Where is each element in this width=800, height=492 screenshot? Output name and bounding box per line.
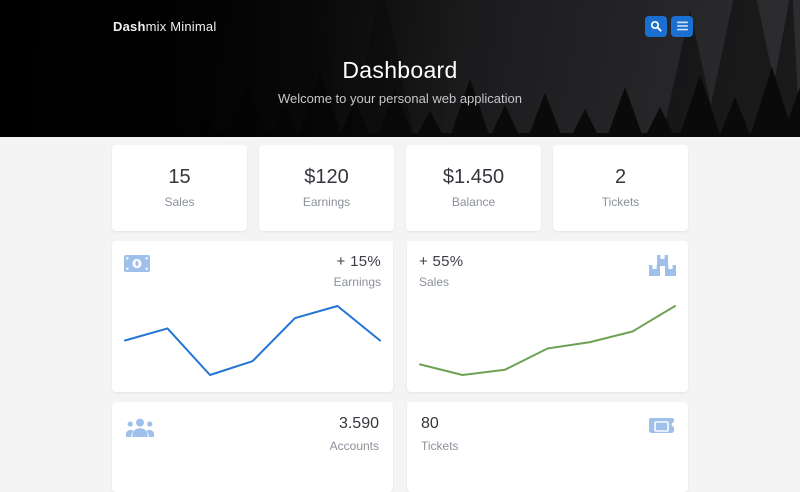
- sales-chart-card: + 55% Sales: [407, 241, 688, 392]
- brand-bold: Dash: [113, 19, 146, 34]
- page-title: Dashboard: [0, 57, 800, 84]
- stat-card-sales: 15 Sales: [112, 145, 247, 231]
- stat-label: Tickets: [602, 195, 640, 209]
- search-button[interactable]: [645, 16, 667, 37]
- hero-header: Dashmix Minimal: [0, 0, 800, 137]
- stat-card-tickets: 2 Tickets: [553, 145, 688, 231]
- stat-card-earnings: $120 Earnings: [259, 145, 394, 231]
- main-content: 15 Sales $120 Earnings $1.450 Balance 2 …: [112, 145, 688, 492]
- nav-buttons: [645, 16, 693, 37]
- ticket-icon: [649, 418, 674, 479]
- sales-delta: + 55%: [419, 253, 463, 270]
- accounts-value: 3.590: [330, 415, 379, 433]
- accounts-label: Accounts: [330, 439, 379, 453]
- tickets-card: 80 Tickets: [407, 402, 688, 492]
- earnings-chart-card: + 15% Earnings: [112, 241, 393, 392]
- summary-row: 3.590 Accounts 80 Tickets: [112, 402, 688, 492]
- tickets-value: 80: [421, 415, 459, 433]
- money-bill-icon: [124, 255, 150, 272]
- stat-card-balance: $1.450 Balance: [406, 145, 541, 231]
- stat-value: 15: [168, 167, 190, 187]
- sales-line-chart: [407, 296, 688, 392]
- tickets-label: Tickets: [421, 439, 459, 453]
- stat-label: Earnings: [303, 195, 350, 209]
- users-icon: [126, 418, 154, 479]
- navbar: Dashmix Minimal: [0, 0, 800, 42]
- earnings-delta: + 15%: [334, 253, 381, 270]
- earnings-delta-label: Earnings: [334, 275, 381, 289]
- stat-value: 2: [615, 167, 626, 187]
- stat-value: $120: [304, 167, 349, 187]
- accounts-card: 3.590 Accounts: [112, 402, 393, 492]
- search-icon: [650, 20, 662, 32]
- hero-text: Dashboard Welcome to your personal web a…: [0, 57, 800, 106]
- stat-label: Balance: [452, 195, 495, 209]
- stat-value: $1.450: [443, 167, 504, 187]
- brand-logo[interactable]: Dashmix Minimal: [113, 19, 216, 34]
- sales-delta-label: Sales: [419, 275, 463, 289]
- page-subtitle: Welcome to your personal web application: [0, 91, 800, 106]
- stat-label: Sales: [164, 195, 194, 209]
- earnings-line-chart: [112, 296, 393, 392]
- stats-row: 15 Sales $120 Earnings $1.450 Balance 2 …: [112, 145, 688, 231]
- charts-row: + 15% Earnings + 55% Sales: [112, 241, 688, 392]
- hamburger-icon: [677, 21, 688, 31]
- cubes-icon: [649, 255, 676, 276]
- menu-button[interactable]: [671, 16, 693, 37]
- brand-rest: mix Minimal: [146, 19, 217, 34]
